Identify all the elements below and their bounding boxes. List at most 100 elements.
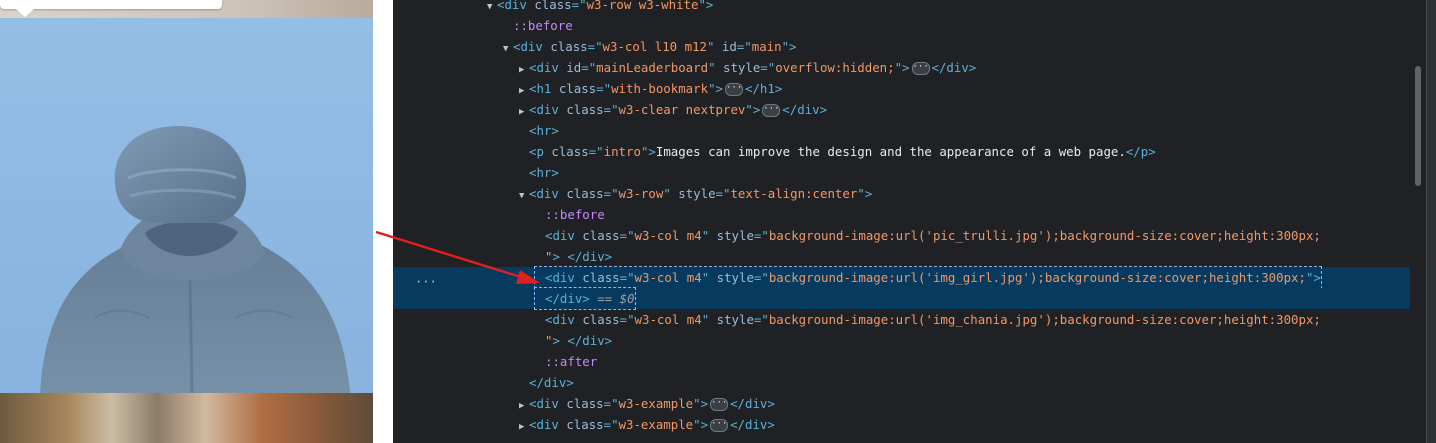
dom-tree-row[interactable]: ▼ <div class="w3-col l10 m12" id="main">: [393, 36, 1410, 57]
dom-tree-row[interactable]: ▶ <div class="w3-clear nextprev"> ··· </div…: [393, 99, 1410, 120]
dom-tree-row[interactable]: ▶ <div class="w3-example"> ··· </div>: [393, 414, 1410, 435]
token-tag: <div: [545, 228, 583, 243]
token-tag: =": [753, 312, 769, 327]
dom-tree-row[interactable]: ▼ <div class="w3-row" style="text-align:c…: [393, 183, 1410, 204]
dom-tree-row[interactable]: <div class="w3-col m4" style="background…: [393, 225, 1410, 246]
devtools-elements-panel[interactable]: ▼ <div class="w3-row w3-white">::before▼ <…: [393, 0, 1436, 443]
scrollbar[interactable]: [1410, 0, 1426, 443]
dom-tree-row[interactable]: ▶ <div id="mainLeaderboard" style="overfl…: [393, 57, 1410, 78]
dom-tree-row[interactable]: ::before: [393, 15, 1410, 36]
token-tag: =": [603, 186, 619, 201]
token-tag: <div: [545, 312, 583, 327]
token-pseudo: ::before: [545, 207, 605, 222]
token-tag: </div>: [782, 102, 828, 117]
token-tag: ">: [693, 396, 709, 411]
dom-tree-row[interactable]: ::before: [393, 204, 1410, 225]
expand-ellipsis-button[interactable]: ···: [911, 62, 930, 75]
token-tag: =": [760, 60, 776, 75]
chania-image[interactable]: [0, 393, 373, 443]
expand-ellipsis-button[interactable]: ···: [710, 398, 729, 411]
panel-gap: [373, 0, 393, 443]
token-tag: ">: [894, 60, 910, 75]
token-tag: ">: [693, 417, 709, 432]
token-attr: class: [566, 186, 604, 201]
token-tag: =": [603, 417, 619, 432]
dom-tree-row[interactable]: "> </div>: [393, 330, 1410, 351]
dom-tree-row[interactable]: <hr>: [393, 120, 1410, 141]
token-tag: =": [715, 186, 731, 201]
token-tag: ": [701, 270, 717, 285]
token-tag: =": [588, 144, 604, 159]
tooltip-pointer: [16, 9, 34, 17]
token-tag: <div: [529, 102, 567, 117]
token-tag: =": [736, 39, 752, 54]
token-pseudo: ::after: [545, 354, 598, 369]
token-tag: ">: [708, 81, 723, 96]
token-attr: class: [566, 417, 604, 432]
token-tag: <hr>: [529, 123, 559, 138]
token-tag: ": [663, 186, 679, 201]
dom-tree-row[interactable]: <p class="intro">Images can improve the …: [393, 141, 1410, 162]
token-val: mainLeaderboard: [596, 60, 709, 75]
token-val: background-image:url('img_chania.jpg');b…: [768, 312, 1321, 327]
token-tag: </h1>: [744, 81, 783, 96]
expand-ellipsis-button[interactable]: ···: [762, 104, 781, 117]
token-pseudo: ::before: [513, 18, 573, 33]
element-highlight-overlay: [0, 18, 373, 393]
dom-tree-row[interactable]: ▶ <div class="w3-example"> ··· </div>: [393, 393, 1410, 414]
token-tag: <div: [529, 60, 567, 75]
token-tag: </div>: [545, 291, 590, 306]
token-attr: class: [534, 0, 572, 12]
dom-tree-row[interactable]: ::after: [393, 351, 1410, 372]
dom-tree-row[interactable]: "> </div>: [393, 246, 1410, 267]
token-tag: ">: [640, 144, 656, 159]
token-tag: ": [708, 60, 723, 75]
token-tag: <div: [497, 0, 535, 12]
dom-tree-row[interactable]: ▼ <div class="w3-row w3-white">: [393, 0, 1410, 15]
token-tag: ">: [1305, 270, 1321, 285]
token-tag: </div>: [730, 396, 775, 411]
token-val: w3-col m4: [634, 312, 702, 327]
scrollbar-thumb[interactable]: [1415, 66, 1421, 186]
dom-tree-row-content: "> </div>: [535, 330, 612, 351]
token-attr: class: [566, 396, 604, 411]
collapsed-triangle-icon[interactable]: ▶: [519, 417, 529, 438]
expand-ellipsis-button[interactable]: ···: [710, 419, 729, 432]
token-tag: =": [619, 312, 635, 327]
dom-tree-row[interactable]: <hr>: [393, 162, 1410, 183]
token-val: w3-example: [618, 417, 694, 432]
dom-tree-row[interactable]: <div class="w3-col m4" style="background…: [393, 266, 1410, 289]
token-attr: class: [550, 39, 588, 54]
expand-ellipsis-button[interactable]: ···: [724, 83, 743, 96]
dom-tree-row-content: <div class="w3-col m4" style="background…: [534, 266, 1322, 289]
token-val: background-image:url('pic_trulli.jpg');b…: [768, 228, 1321, 243]
element-tooltip: [0, 0, 222, 9]
dom-tree-row-content: ::after: [535, 351, 597, 372]
token-attr: class: [566, 102, 604, 117]
dom-tree-row-content: ::before: [535, 204, 605, 225]
token-tag: =": [603, 396, 619, 411]
dom-tree-row[interactable]: <div class="w3-col m4" style="background…: [393, 309, 1410, 330]
token-tag: </div>: [529, 375, 574, 390]
dom-tree-row-content: <div class="w3-col m4" style="background…: [535, 309, 1321, 330]
token-val: with-bookmark: [611, 81, 709, 96]
token-tag: <hr>: [529, 165, 559, 180]
token-val: w3-col m4: [634, 228, 702, 243]
token-val: w3-example: [618, 396, 694, 411]
token-attr: style: [678, 186, 716, 201]
dom-tree-row-content: </div>: [519, 372, 574, 393]
dom-tree-row-content: ▶ <div class="w3-example"> ··· </div>: [519, 414, 775, 438]
token-val: w3-clear nextprev: [618, 102, 746, 117]
token-attr: class: [582, 270, 620, 285]
girl-image[interactable]: [0, 18, 373, 393]
token-tag: <h1: [529, 81, 559, 96]
dom-tree-row[interactable]: ▶ <h1 class="with-bookmark"> ··· </h1>: [393, 78, 1410, 99]
dom-tree-row[interactable]: </div> == $0: [393, 287, 1410, 310]
dom-tree-row[interactable]: </div>: [393, 372, 1410, 393]
token-val: w3-col m4: [634, 270, 702, 285]
token-attr: class: [582, 228, 620, 243]
token-val: intro: [603, 144, 641, 159]
token-attr: class: [551, 144, 589, 159]
token-tag: =": [581, 60, 597, 75]
more-actions-icon[interactable]: ···: [415, 272, 437, 293]
